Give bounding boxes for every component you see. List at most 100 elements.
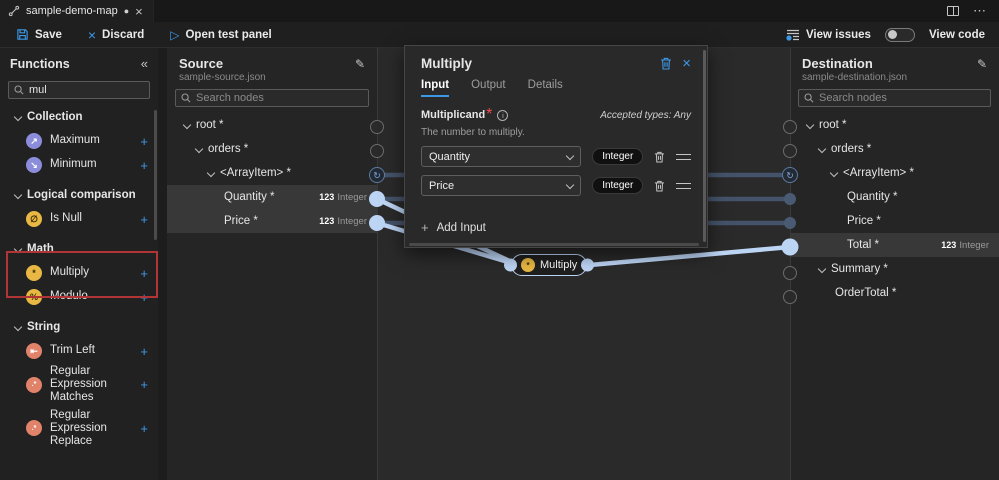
- field-label: Multiplicand: [421, 109, 486, 121]
- view-code-button[interactable]: View code: [929, 29, 985, 41]
- delete-node-icon[interactable]: [660, 57, 672, 70]
- tree-node-arrayitem[interactable]: <ArrayItem> *: [790, 161, 999, 185]
- tab-output[interactable]: Output: [471, 79, 506, 97]
- tree-node-summary[interactable]: Summary *: [790, 257, 999, 281]
- add-function-button[interactable]: +: [140, 421, 148, 436]
- function-item-maximum[interactable]: ↗ Maximum +: [0, 129, 158, 153]
- add-function-button[interactable]: +: [140, 266, 148, 281]
- collapse-panel-icon[interactable]: «: [141, 56, 148, 71]
- view-code-toggle[interactable]: [884, 27, 915, 42]
- add-function-button[interactable]: +: [140, 158, 148, 173]
- tree-node-arrayitem[interactable]: <ArrayItem> *: [167, 161, 377, 185]
- save-button[interactable]: Save: [16, 28, 62, 41]
- tab-label: sample-demo-map: [26, 5, 118, 17]
- close-dialog-icon[interactable]: ×: [682, 56, 691, 71]
- group-logical-comparison[interactable]: Logical comparison: [0, 183, 158, 207]
- function-item-regex-matches[interactable]: .* Regular Expression Matches +: [0, 363, 158, 407]
- function-item-trim-left[interactable]: ⇤ Trim Left +: [0, 339, 158, 363]
- tree-node-quantity[interactable]: Quantity *: [790, 185, 999, 209]
- functions-scrollbar[interactable]: [154, 110, 157, 240]
- dialog-tabs: Input Output Details: [421, 79, 691, 97]
- input-select-price[interactable]: Price: [421, 175, 582, 196]
- tree-node-root[interactable]: root *: [167, 113, 377, 137]
- source-search[interactable]: [175, 89, 369, 107]
- regex-matches-icon: .*: [26, 376, 42, 393]
- source-search-input[interactable]: [196, 92, 363, 104]
- add-function-button[interactable]: +: [140, 344, 148, 359]
- discard-button[interactable]: × Discard: [88, 27, 144, 43]
- tree-node-ordertotal[interactable]: OrderTotal *: [790, 281, 999, 305]
- maximum-icon: ↗: [26, 133, 42, 149]
- tree-node-price[interactable]: Price * 123 Integer: [167, 209, 377, 233]
- function-item-modulo[interactable]: % Modulo +: [0, 285, 158, 309]
- remove-input-icon[interactable]: [654, 151, 665, 163]
- functions-search-input[interactable]: [29, 84, 144, 96]
- editor-tab[interactable]: sample-demo-map ● ×: [0, 0, 154, 22]
- open-test-panel-button[interactable]: ▷ Open test panel: [170, 28, 272, 42]
- source-tree: root * orders * <ArrayItem> * Quantity *…: [167, 113, 377, 233]
- drag-handle-icon[interactable]: [676, 153, 691, 160]
- multiply-icon: *: [26, 265, 42, 281]
- type-pill: Integer: [592, 177, 644, 194]
- chevron-down-icon[interactable]: [806, 122, 813, 129]
- tree-node-orders[interactable]: orders *: [790, 137, 999, 161]
- destination-title: Destination: [802, 56, 873, 71]
- functions-list: Collection ↗ Maximum + ↘ Minimum + Logic…: [0, 105, 158, 450]
- edit-source-icon[interactable]: ✎: [355, 57, 365, 71]
- plus-icon: +: [421, 220, 429, 235]
- drag-handle-icon[interactable]: [676, 182, 691, 189]
- chevron-down-icon[interactable]: [818, 266, 825, 273]
- remove-input-icon[interactable]: [654, 180, 665, 192]
- add-function-button[interactable]: +: [140, 290, 148, 305]
- function-item-regex-replace[interactable]: .* Regular Expression Replace +: [0, 407, 158, 451]
- add-function-button[interactable]: +: [140, 212, 148, 227]
- function-item-is-null[interactable]: ∅ Is Null +: [0, 207, 158, 231]
- function-item-multiply[interactable]: * Multiply +: [0, 261, 158, 285]
- chevron-down-icon: [14, 246, 21, 253]
- tab-details[interactable]: Details: [528, 79, 563, 97]
- chevron-down-icon[interactable]: [818, 146, 825, 153]
- toggle-knob: [887, 30, 897, 39]
- chevron-down-icon[interactable]: [207, 170, 214, 177]
- more-actions-icon[interactable]: ⋯: [973, 3, 987, 19]
- multiply-function-node[interactable]: * Multiply: [511, 254, 588, 276]
- regex-replace-icon: .*: [26, 420, 42, 437]
- dialog-horizontal-scrollbar[interactable]: [409, 243, 699, 246]
- tree-node-total[interactable]: Total * 123 Integer: [790, 233, 999, 257]
- split-editor-icon[interactable]: [947, 6, 959, 16]
- type-pill: Integer: [592, 148, 644, 165]
- play-icon: ▷: [170, 27, 180, 42]
- tree-node-root[interactable]: root *: [790, 113, 999, 137]
- add-function-button[interactable]: +: [140, 134, 148, 149]
- save-icon: [17, 29, 28, 40]
- panel-divider: [158, 48, 167, 480]
- function-item-minimum[interactable]: ↘ Minimum +: [0, 153, 158, 177]
- is-null-icon: ∅: [26, 211, 42, 227]
- view-issues-button[interactable]: View issues: [786, 29, 871, 41]
- chevron-down-icon[interactable]: [183, 122, 190, 129]
- input-row-1: Price Integer: [421, 175, 691, 196]
- tree-node-quantity[interactable]: Quantity * 123 Integer: [167, 185, 377, 209]
- group-collection[interactable]: Collection: [0, 105, 158, 129]
- destination-search[interactable]: [798, 89, 991, 107]
- edit-destination-icon[interactable]: ✎: [977, 57, 987, 71]
- functions-search[interactable]: [8, 81, 150, 99]
- add-input-button[interactable]: + Add Input: [421, 220, 691, 235]
- multiply-icon: *: [521, 258, 535, 272]
- group-string[interactable]: String: [0, 315, 158, 339]
- source-filename: sample-source.json: [179, 72, 266, 83]
- chevron-down-icon[interactable]: [830, 170, 837, 177]
- input-select-quantity[interactable]: Quantity: [421, 146, 582, 167]
- functions-title: Functions: [10, 56, 70, 71]
- tree-node-price[interactable]: Price *: [790, 209, 999, 233]
- add-function-button[interactable]: +: [140, 377, 148, 392]
- info-icon[interactable]: i: [497, 109, 509, 121]
- destination-search-input[interactable]: [819, 92, 985, 104]
- tree-node-orders[interactable]: orders *: [167, 137, 377, 161]
- chevron-down-icon[interactable]: [195, 146, 202, 153]
- tab-close-icon[interactable]: ×: [135, 5, 143, 18]
- dialog-vertical-scrollbar[interactable]: [703, 50, 706, 242]
- group-math[interactable]: Math: [0, 237, 158, 261]
- tab-input[interactable]: Input: [421, 79, 450, 97]
- titlebar: sample-demo-map ● × ⋯: [0, 0, 999, 22]
